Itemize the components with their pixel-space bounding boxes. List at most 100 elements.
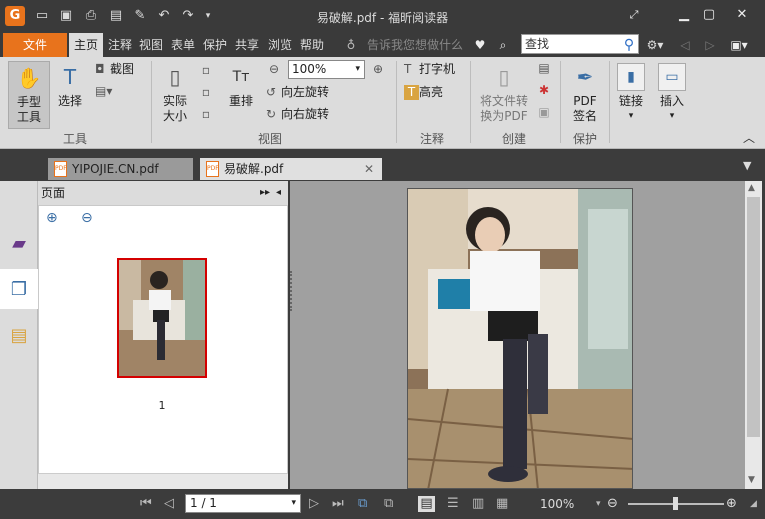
bookmarks-icon[interactable]: ▰ — [4, 223, 34, 263]
thumbnail-area: ⊕ ⊖ 1 — [38, 205, 288, 489]
highlight-button[interactable]: T 高亮 — [404, 85, 454, 100]
tab-browse[interactable]: 浏览 — [266, 33, 294, 57]
zoom-dropdown-icon[interactable]: ▾ — [596, 496, 601, 512]
first-page-icon[interactable]: ⏮ — [140, 496, 152, 512]
rotate-left-button[interactable]: ↺ 向左旋转 — [266, 85, 346, 100]
tab-help[interactable]: 帮助 — [298, 33, 326, 57]
enlarge-thumbnail-icon[interactable]: ⊕ — [46, 210, 58, 226]
page-number-input[interactable]: 1 / 1 ▾ — [185, 494, 301, 513]
status-bar: ⏮ ◁ 1 / 1 ▾ ▷ ⏭ ⧉ ⧉ ▤ ☰ ▥ ▦ 100% ▾ ⊖ ⊕ ◢ — [0, 489, 765, 519]
shrink-thumbnail-icon[interactable]: ⊖ — [81, 210, 93, 226]
rotate-right-button[interactable]: ↻ 向右旋转 — [266, 107, 346, 122]
fullscreen-icon[interactable]: ⤢ — [624, 6, 644, 24]
fit-visible-icon[interactable]: ▫ — [198, 107, 214, 122]
next-page-icon[interactable]: ▷ — [309, 496, 319, 512]
pdf-page[interactable] — [407, 188, 633, 489]
comments-icon[interactable]: ▤ — [4, 315, 34, 355]
reflow-label: 重排 — [228, 94, 253, 108]
select-label: 选择 — [57, 94, 82, 108]
collapse-ribbon-icon[interactable]: ︿ — [742, 131, 756, 146]
zoom-in-icon[interactable]: ⊕ — [726, 496, 737, 512]
close-button[interactable]: ✕ — [732, 6, 752, 24]
document-vertical-scrollbar[interactable]: ▲ ▼ — [745, 181, 762, 489]
heart-icon[interactable]: ♥ — [472, 33, 488, 57]
typewriter-button[interactable]: T 打字机 — [404, 62, 464, 77]
convert-to-pdf-button[interactable]: ▯ 将文件转 换为PDF — [476, 61, 532, 129]
clipboard-pdf-icon[interactable]: ▣ — [536, 105, 552, 120]
panel-horizontal-scrollbar[interactable] — [38, 473, 288, 489]
collapse-panel-icon[interactable]: ◂ — [276, 181, 281, 205]
search-icon[interactable]: ⚲ — [620, 33, 638, 57]
group-divider — [151, 61, 152, 143]
doc-tab-yipojie[interactable]: PDF YIPOJIE.CN.pdf — [48, 158, 193, 180]
fit-page-icon[interactable]: ▫ — [198, 63, 214, 78]
scanner-icon[interactable]: ▤ — [536, 61, 552, 76]
tab-list-dropdown-icon[interactable]: ▼ — [743, 159, 751, 172]
next-view-icon[interactable]: ⧉ — [384, 496, 393, 512]
reflow-button[interactable]: Tт 重排 — [225, 61, 257, 111]
doc-tab-label: 易破解.pdf — [224, 162, 284, 176]
zoom-slider-thumb[interactable] — [673, 497, 678, 510]
convert-to-pdf-label: 将文件转 换为PDF — [479, 94, 528, 123]
facing-page-icon[interactable]: ▥ — [472, 496, 484, 512]
panel-splitter[interactable] — [290, 271, 294, 311]
prev-page-icon[interactable]: ◁ — [164, 496, 174, 512]
continuous-facing-icon[interactable]: ▦ — [496, 496, 508, 512]
panel-header: 页面 ▸▸ ◂ — [38, 181, 288, 205]
thumbnail-page-number: 1 — [158, 399, 166, 412]
tab-share[interactable]: 共享 — [233, 33, 261, 57]
clipboard-icon[interactable]: ▤▾ — [95, 84, 123, 99]
maximize-button[interactable]: ▢ — [699, 6, 719, 24]
zoom-out-icon[interactable]: ⊖ — [266, 62, 282, 77]
pdf-sign-button[interactable]: ✒ PDF 签名 — [566, 61, 604, 129]
page-thumbnails-icon[interactable]: ❐ — [0, 269, 38, 309]
zoom-select[interactable]: 100% ▾ — [288, 60, 365, 79]
search-doc-icon[interactable]: ⌕ — [495, 33, 511, 57]
tab-comment[interactable]: 注释 — [106, 33, 134, 57]
next-result-icon[interactable]: ▷ — [703, 33, 717, 57]
lightbulb-icon: ♁ — [346, 38, 356, 52]
tab-home[interactable]: 主页 — [69, 33, 103, 57]
group-divider — [609, 61, 610, 143]
minimize-button[interactable]: ▁ — [674, 6, 694, 24]
tab-form[interactable]: 表单 — [169, 33, 197, 57]
typewriter-icon: T — [404, 62, 412, 76]
tab-file[interactable]: 文件 — [3, 33, 67, 57]
tab-protect[interactable]: 保护 — [201, 33, 229, 57]
tab-view[interactable]: 视图 — [137, 33, 165, 57]
scroll-down-icon[interactable]: ▼ — [748, 475, 755, 485]
resize-grip-icon[interactable]: ◢ — [750, 496, 757, 512]
hand-tool-label: 手型 工具 — [16, 95, 41, 124]
typewriter-label: 打字机 — [419, 62, 456, 76]
zoom-percentage[interactable]: 100% — [540, 497, 574, 511]
continuous-page-icon[interactable]: ☰ — [447, 496, 459, 512]
link-button[interactable]: ▮ 链接 ▾ — [614, 61, 648, 121]
expand-panel-icon[interactable]: ▸▸ — [260, 181, 270, 205]
fit-width-icon[interactable]: ▫ — [198, 85, 214, 100]
actual-size-button[interactable]: ▯ 实际 大小 — [158, 61, 192, 129]
zoom-out-icon[interactable]: ⊖ — [607, 496, 618, 512]
settings-gear-icon[interactable]: ⚙▾ — [645, 33, 665, 57]
single-page-icon[interactable]: ▤ — [418, 496, 435, 512]
scroll-up-icon[interactable]: ▲ — [748, 183, 755, 193]
blank-page-icon[interactable]: ✱ — [536, 83, 552, 98]
select-button[interactable]: T 选择 — [52, 61, 88, 129]
scroll-thumb[interactable] — [747, 197, 760, 437]
select-text-icon: T — [63, 64, 77, 89]
zoom-in-icon[interactable]: ⊕ — [370, 62, 386, 77]
last-page-icon[interactable]: ⏭ — [332, 496, 344, 512]
close-tab-icon[interactable]: ✕ — [364, 158, 374, 180]
rotate-left-label: 向左旋转 — [281, 85, 330, 99]
hand-tool-button[interactable]: ✋ 手型 工具 — [8, 61, 50, 129]
doc-tab-active[interactable]: PDF 易破解.pdf ✕ — [200, 158, 382, 180]
page-thumbnail[interactable] — [117, 258, 207, 378]
prev-result-icon[interactable]: ◁ — [678, 33, 692, 57]
screenshot-button[interactable]: ◘ 截图 — [95, 62, 143, 77]
rotate-right-label: 向右旋转 — [281, 107, 330, 121]
previous-view-icon[interactable]: ⧉ — [358, 496, 367, 512]
insert-button[interactable]: ▭ 插入 ▾ — [655, 61, 689, 121]
user-account-icon[interactable]: ▣▾ — [728, 33, 750, 57]
document-view[interactable] — [290, 181, 745, 489]
group-label-comment: 注释 — [419, 132, 444, 146]
tell-me-field[interactable]: 告诉我您想做什么 — [364, 33, 466, 57]
